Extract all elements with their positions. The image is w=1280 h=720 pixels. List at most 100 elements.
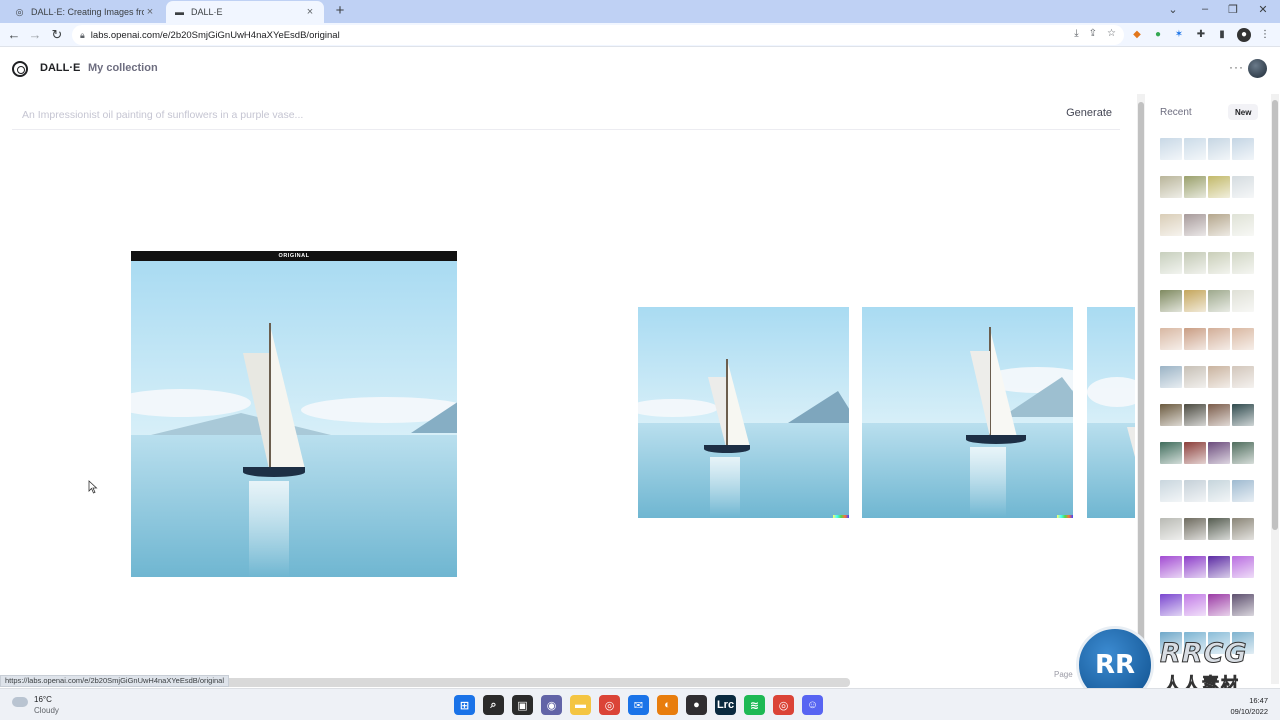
recent-thumbnail[interactable] [1232,366,1254,388]
recent-thumbnail[interactable] [1208,594,1230,616]
recent-thumbnail[interactable] [1160,404,1182,426]
sidebar-scrollbar[interactable] [1271,94,1279,684]
forward-icon[interactable]: → [27,27,43,43]
address-bar[interactable]: 🔒︎ labs.openai.com/e/2b20SmjGiGnUwH4naXY… [72,25,1124,45]
profile-avatar[interactable]: ● [1237,28,1251,42]
blender-icon[interactable]: ◐ [657,695,678,715]
recent-thumbnail[interactable] [1208,290,1230,312]
close-tab-icon[interactable]: × [304,6,316,18]
recent-thumbnail[interactable] [1184,252,1206,274]
recent-thumbnail[interactable] [1232,518,1254,540]
more-menu-icon[interactable]: ··· [1229,60,1244,74]
close-window-button[interactable]: ✕ [1252,3,1274,16]
recent-thumbnail[interactable] [1160,518,1182,540]
reload-icon[interactable]: ↻ [49,27,65,43]
close-tab-icon[interactable]: × [144,6,156,18]
chrome-menu-icon[interactable]: ⋮ [1258,28,1272,42]
recent-thumbnail[interactable] [1160,252,1182,274]
brand-link[interactable]: DALL·E [40,62,80,74]
recent-thumbnail[interactable] [1160,480,1182,502]
recent-thumbnail[interactable] [1184,138,1206,160]
recent-thumbnail[interactable] [1232,252,1254,274]
recent-thumbnail[interactable] [1208,176,1230,198]
tab-dalle[interactable]: ▬ DALL·E × [166,1,324,23]
search-icon[interactable]: ⌕ [483,695,504,715]
recent-thumbnail[interactable] [1160,594,1182,616]
recent-thumbnail[interactable] [1232,214,1254,236]
horizontal-scrollbar[interactable] [160,678,850,687]
back-icon[interactable]: ← [6,27,22,43]
metamask-extension-icon[interactable]: ◆ [1130,28,1144,42]
recent-thumbnail[interactable] [1208,518,1230,540]
side-panel-icon[interactable]: ▮ [1215,28,1229,42]
recent-thumbnail[interactable] [1208,328,1230,350]
recent-thumbnail[interactable] [1160,366,1182,388]
spotify-icon[interactable]: ≋ [744,695,765,715]
recent-thumbnail[interactable] [1160,214,1182,236]
obs-icon[interactable]: ● [686,695,707,715]
recent-thumbnail[interactable] [1232,442,1254,464]
chrome-icon[interactable]: ◎ [599,695,620,715]
recent-thumbnail[interactable] [1208,252,1230,274]
chrome-active-icon[interactable]: ◎ [773,695,794,715]
variation-image-1[interactable] [638,307,849,518]
recent-thumbnail[interactable] [1160,556,1182,578]
main-scrollbar[interactable] [1137,94,1145,684]
recent-thumbnail[interactable] [1184,518,1206,540]
recent-thumbnail[interactable] [1232,138,1254,160]
new-tab-button[interactable]: + [332,3,348,19]
recent-thumbnail[interactable] [1208,214,1230,236]
recent-thumbnail[interactable] [1184,328,1206,350]
recent-thumbnail[interactable] [1160,442,1182,464]
recent-thumbnail[interactable] [1160,328,1182,350]
recent-thumbnail[interactable] [1160,138,1182,160]
recent-thumbnail[interactable] [1208,366,1230,388]
bookmark-star-icon[interactable]: ☆ [1107,28,1116,39]
chat-icon[interactable]: ◉ [541,695,562,715]
weather-condition[interactable]: Cloudy [34,706,59,715]
recent-thumbnail[interactable] [1208,404,1230,426]
prompt-input[interactable] [22,107,922,123]
mail-icon[interactable]: ✉ [628,695,649,715]
recent-thumbnail[interactable] [1184,366,1206,388]
recent-thumbnail[interactable] [1160,176,1182,198]
extensions-puzzle-icon[interactable]: ✚ [1194,28,1208,42]
variation-image-3[interactable] [1087,307,1135,518]
lock-icon[interactable]: 🔒︎ [80,30,85,41]
recent-thumbnail[interactable] [1232,328,1254,350]
recent-thumbnail[interactable] [1232,404,1254,426]
recent-thumbnail[interactable] [1232,556,1254,578]
system-clock[interactable]: 16:47 09/10/2022 [1230,695,1268,717]
tab-dalle-blog[interactable]: ◎ DALL·E: Creating Images from Te × [6,1,164,23]
recent-thumbnail[interactable] [1208,138,1230,160]
variation-image-2[interactable] [862,307,1073,518]
new-button[interactable]: New [1228,104,1259,120]
recent-thumbnail[interactable] [1184,290,1206,312]
generate-button[interactable]: Generate [1066,107,1112,119]
recent-thumbnail[interactable] [1232,290,1254,312]
recent-thumbnail[interactable] [1232,594,1254,616]
minimize-button[interactable]: – [1194,3,1216,15]
address-url[interactable]: labs.openai.com/e/2b20SmjGiGnUwH4naXYeEs… [91,30,340,41]
recent-thumbnail[interactable] [1232,176,1254,198]
recent-thumbnail[interactable] [1184,176,1206,198]
tab-search-icon[interactable]: ⌄ [1162,3,1184,16]
recent-thumbnail[interactable] [1184,480,1206,502]
lightroom-icon[interactable]: Lrc [715,695,736,715]
recent-thumbnail[interactable] [1160,290,1182,312]
install-icon[interactable]: ⤓ [1074,28,1078,39]
task-view-icon[interactable]: ▣ [512,695,533,715]
share-icon[interactable]: ⇪ [1089,28,1097,39]
discord-icon[interactable]: ☺ [802,695,823,715]
avatar[interactable] [1248,59,1267,78]
recent-thumbnail[interactable] [1184,404,1206,426]
recent-thumbnail[interactable] [1208,556,1230,578]
cloudy-weather-icon[interactable] [12,697,28,707]
windows-start-icon[interactable]: ⊞ [454,695,475,715]
recent-thumbnail[interactable] [1184,214,1206,236]
original-image[interactable]: ORIGINAL [131,251,457,577]
recent-thumbnail[interactable] [1232,480,1254,502]
weather-temperature[interactable]: 16°C [34,695,52,704]
recent-thumbnail[interactable] [1184,556,1206,578]
openai-logo-icon[interactable] [12,61,28,77]
